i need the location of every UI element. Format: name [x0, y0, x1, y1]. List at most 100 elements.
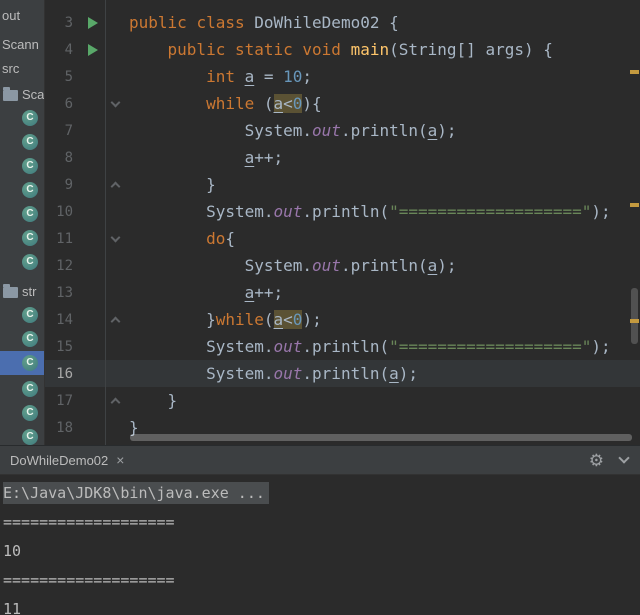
code-text[interactable]: public class DoWhileDemo02 {: [125, 9, 399, 36]
sidebar-item[interactable]: C: [0, 327, 44, 351]
code-token: System.: [129, 337, 274, 356]
code-token: 10: [283, 67, 303, 86]
fold-slot[interactable]: [106, 315, 125, 326]
error-stripe-mark[interactable]: [630, 70, 639, 74]
run-button[interactable]: [81, 16, 105, 29]
error-stripe-mark[interactable]: [630, 319, 639, 323]
code-text[interactable]: public static void main(String[] args) {: [125, 36, 553, 63]
code-text[interactable]: do{: [125, 225, 235, 252]
sidebar-item[interactable]: C: [0, 425, 44, 445]
editor-line[interactable]: 4 public static void main(String[] args)…: [45, 36, 640, 63]
code-text[interactable]: }: [125, 387, 178, 414]
code-text[interactable]: }: [125, 171, 216, 198]
editor-line[interactable]: 3 public class DoWhileDemo02 {: [45, 9, 640, 36]
editor-line[interactable]: 12 System.out.println(a);: [45, 252, 640, 279]
editor-line[interactable]: 17 }: [45, 387, 640, 414]
fold-up-icon: [110, 397, 121, 407]
code-token: while: [206, 94, 255, 113]
editor-line[interactable]: 5 int a = 10;: [45, 63, 640, 90]
sidebar-item[interactable]: C: [0, 351, 44, 375]
code-token: out: [312, 256, 341, 275]
code-text[interactable]: System.out.println("==================="…: [125, 333, 611, 360]
vertical-scrollbar[interactable]: [631, 288, 638, 344]
code-token: 0: [292, 310, 303, 329]
code-text[interactable]: a++;: [125, 279, 284, 306]
editor-line[interactable]: 15 System.out.println("=================…: [45, 333, 640, 360]
code-text[interactable]: System.out.println(a);: [125, 252, 457, 279]
sidebar-item[interactable]: C: [0, 178, 44, 202]
console-line[interactable]: 11: [3, 595, 640, 615]
code-text[interactable]: System.out.println(a);: [125, 117, 457, 144]
fold-slot[interactable]: [106, 180, 125, 191]
code-text[interactable]: while (a<0){: [125, 90, 322, 117]
code-token: }: [129, 310, 216, 329]
sidebar-item[interactable]: C: [0, 202, 44, 226]
fold-up-icon: [110, 181, 121, 191]
console-line[interactable]: ===================: [3, 566, 640, 595]
sidebar-item[interactable]: Sca: [0, 82, 44, 106]
line-number: 12: [56, 257, 73, 274]
editor-line[interactable]: 13 a++;: [45, 279, 640, 306]
editor-line[interactable]: 6 while (a<0){: [45, 90, 640, 117]
sidebar-item[interactable]: src: [0, 56, 44, 80]
editor-line[interactable]: 14 }while(a<0);: [45, 306, 640, 333]
editor-line[interactable]: 8 a++;: [45, 144, 640, 171]
fold-slot[interactable]: [106, 97, 125, 107]
code-token: }: [129, 391, 178, 410]
gear-icon[interactable]: ⚙: [589, 452, 604, 469]
code-text[interactable]: }while(a<0);: [125, 306, 322, 333]
close-icon[interactable]: ×: [116, 452, 124, 468]
run-button[interactable]: [81, 43, 105, 56]
editor-line[interactable]: 7 System.out.println(a);: [45, 117, 640, 144]
code-token: class: [196, 13, 245, 32]
console-line[interactable]: 10: [3, 537, 640, 566]
code-text[interactable]: System.out.println(a);: [125, 360, 418, 387]
sidebar-item[interactable]: C: [0, 154, 44, 178]
sidebar-item[interactable]: Scann: [0, 32, 44, 56]
sidebar-item[interactable]: C: [0, 130, 44, 154]
sidebar-item[interactable]: C: [0, 106, 44, 130]
sidebar-item[interactable]: out: [0, 3, 44, 27]
sidebar-item[interactable]: C: [0, 401, 44, 425]
sidebar-item[interactable]: C: [0, 377, 44, 401]
code-token: static: [234, 40, 293, 59]
editor-line[interactable]: 10 System.out.println("=================…: [45, 198, 640, 225]
console-line[interactable]: ===================: [3, 508, 640, 537]
sidebar-item[interactable]: C: [0, 250, 44, 274]
editor-line[interactable]: 16 System.out.println(a);: [45, 360, 640, 387]
code-token: (: [254, 94, 274, 113]
console-line[interactable]: E:\Java\JDK8\bin\java.exe ...: [3, 479, 640, 508]
fold-slot[interactable]: [106, 232, 125, 242]
code-token: );: [302, 310, 322, 329]
fold-down-icon: [110, 232, 121, 242]
main-area: out Scann src Sca C C C C C C Cstr C C C C C C 3 public c…: [0, 0, 640, 445]
horizontal-scrollbar[interactable]: [130, 434, 632, 441]
code-text[interactable]: int a = 10;: [125, 63, 312, 90]
editor-line[interactable]: 9 }: [45, 171, 640, 198]
line-number: 8: [64, 149, 73, 166]
fold-slot[interactable]: [106, 396, 125, 407]
run-tab[interactable]: DoWhileDemo02 ×: [0, 446, 134, 474]
sidebar-item[interactable]: C: [0, 303, 44, 327]
code-token: .println(: [302, 337, 390, 356]
code-text[interactable]: System.out.println("==================="…: [125, 198, 611, 225]
console-output[interactable]: E:\Java\JDK8\bin\java.exe ... ===========…: [0, 475, 640, 615]
editor-lines: 3 public class DoWhileDemo02 {4 public st…: [45, 9, 640, 441]
hide-panel-icon[interactable]: [618, 452, 630, 464]
code-token: );: [437, 121, 457, 140]
error-stripe-mark[interactable]: [630, 203, 639, 207]
run-tab-label: DoWhileDemo02: [10, 452, 109, 468]
editor-line[interactable]: 11 do{: [45, 225, 640, 252]
code-text[interactable]: a++;: [125, 144, 284, 171]
editor-pane[interactable]: 3 public class DoWhileDemo02 {4 public st…: [45, 0, 640, 445]
project-sidebar[interactable]: out Scann src Sca C C C C C C Cstr C C C C C C: [0, 0, 45, 445]
sidebar-item[interactable]: str: [0, 279, 44, 303]
sidebar-item[interactable]: C: [0, 226, 44, 250]
